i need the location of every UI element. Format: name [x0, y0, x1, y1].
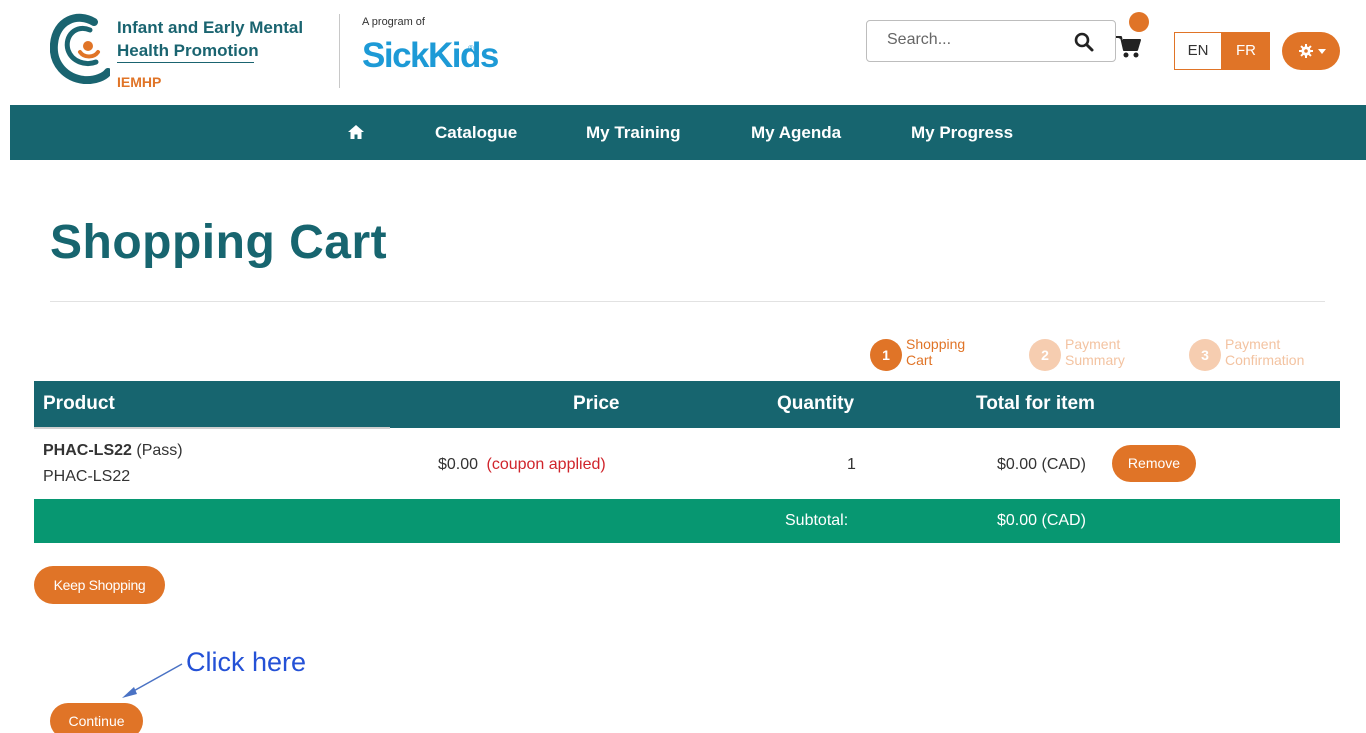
- lang-en-button[interactable]: EN: [1174, 32, 1222, 70]
- header-divider: [339, 14, 340, 88]
- sickkids-logo[interactable]: SickKids: [362, 36, 499, 76]
- nav-my-agenda[interactable]: My Agenda: [751, 105, 841, 160]
- step-label-line2: Cart: [906, 352, 933, 368]
- logo-title: Infant and Early Mental Health Promotion: [117, 16, 303, 62]
- remove-button[interactable]: Remove: [1112, 445, 1196, 482]
- logo-divider: [117, 62, 254, 63]
- coupon-applied-note: (coupon applied): [486, 456, 606, 473]
- product-sku: PHAC-LS22: [43, 468, 131, 485]
- nav-my-training[interactable]: My Training: [586, 105, 680, 160]
- step-number: 1: [870, 339, 902, 371]
- gear-icon: [1299, 44, 1313, 58]
- header-product: Product: [43, 393, 115, 414]
- page-title: Shopping Cart: [50, 216, 388, 269]
- continue-button[interactable]: Continue: [50, 703, 143, 733]
- step-label: Shopping Cart: [906, 336, 965, 368]
- logo-abbr: IEMHP: [117, 74, 162, 90]
- iemhp-logo-icon: [50, 13, 110, 84]
- cart-table-header: Product Price Quantity Total for item: [34, 381, 1340, 428]
- subtotal-value: $0.00 (CAD): [997, 512, 1086, 529]
- step-label-line1: Payment: [1225, 336, 1281, 352]
- step-label-line2: Confirmation: [1225, 352, 1305, 368]
- table-row: PHAC-LS22 (Pass) PHAC-LS22 $0.00 (coupon…: [34, 429, 1340, 499]
- search-box[interactable]: [866, 20, 1116, 62]
- product-code: PHAC-LS22: [43, 442, 132, 459]
- settings-dropdown-button[interactable]: [1282, 32, 1340, 70]
- nav-catalogue[interactable]: Catalogue: [435, 105, 517, 160]
- lang-fr-button[interactable]: FR: [1222, 32, 1270, 70]
- click-here-annotation: Click here: [186, 647, 307, 677]
- step-number: 3: [1189, 339, 1221, 371]
- page: Infant and Early Mental Health Promotion…: [0, 0, 1366, 733]
- sickkids-registered-mark: ®: [468, 44, 474, 53]
- cart-icon[interactable]: [1115, 34, 1143, 60]
- program-of-label: A program of: [362, 16, 425, 28]
- search-icon[interactable]: [1073, 31, 1095, 53]
- logo-line-2: Health Promotion: [117, 41, 259, 60]
- keep-shopping-button[interactable]: Keep Shopping: [34, 566, 165, 604]
- item-quantity: 1: [847, 456, 856, 473]
- logo-line-1: Infant and Early Mental: [117, 18, 304, 37]
- header-quantity: Quantity: [777, 393, 855, 414]
- product-name: PHAC-LS22 (Pass): [43, 442, 183, 460]
- step-number: 2: [1029, 339, 1061, 371]
- step-label-line1: Payment: [1065, 336, 1121, 352]
- home-icon[interactable]: [347, 123, 365, 141]
- cart-badge: [1129, 12, 1149, 32]
- chevron-down-icon: [1318, 49, 1326, 54]
- subtotal-label: Subtotal:: [785, 512, 849, 529]
- arrow-icon: [122, 663, 183, 698]
- item-price: $0.00 (coupon applied): [438, 456, 606, 474]
- step-label-line1: Shopping: [906, 336, 966, 352]
- step-label: Payment Confirmation: [1225, 336, 1304, 368]
- main-nav: Catalogue My Training My Agenda My Progr…: [10, 105, 1366, 160]
- search-input[interactable]: [887, 31, 1067, 49]
- product-type: (Pass): [136, 442, 183, 459]
- title-divider: [50, 301, 1325, 302]
- header-total: Total for item: [976, 393, 1095, 414]
- iemhp-logo[interactable]: Infant and Early Mental Health Promotion…: [50, 12, 310, 92]
- step-label: Payment Summary: [1065, 336, 1125, 368]
- price-value: $0.00: [438, 456, 479, 473]
- language-toggle: EN FR: [1174, 32, 1270, 70]
- item-total: $0.00 (CAD): [997, 456, 1086, 473]
- subtotal-row: Subtotal: $0.00 (CAD): [34, 499, 1340, 543]
- nav-my-progress[interactable]: My Progress: [911, 105, 1013, 160]
- step-label-line2: Summary: [1065, 352, 1125, 368]
- header-price: Price: [573, 393, 620, 414]
